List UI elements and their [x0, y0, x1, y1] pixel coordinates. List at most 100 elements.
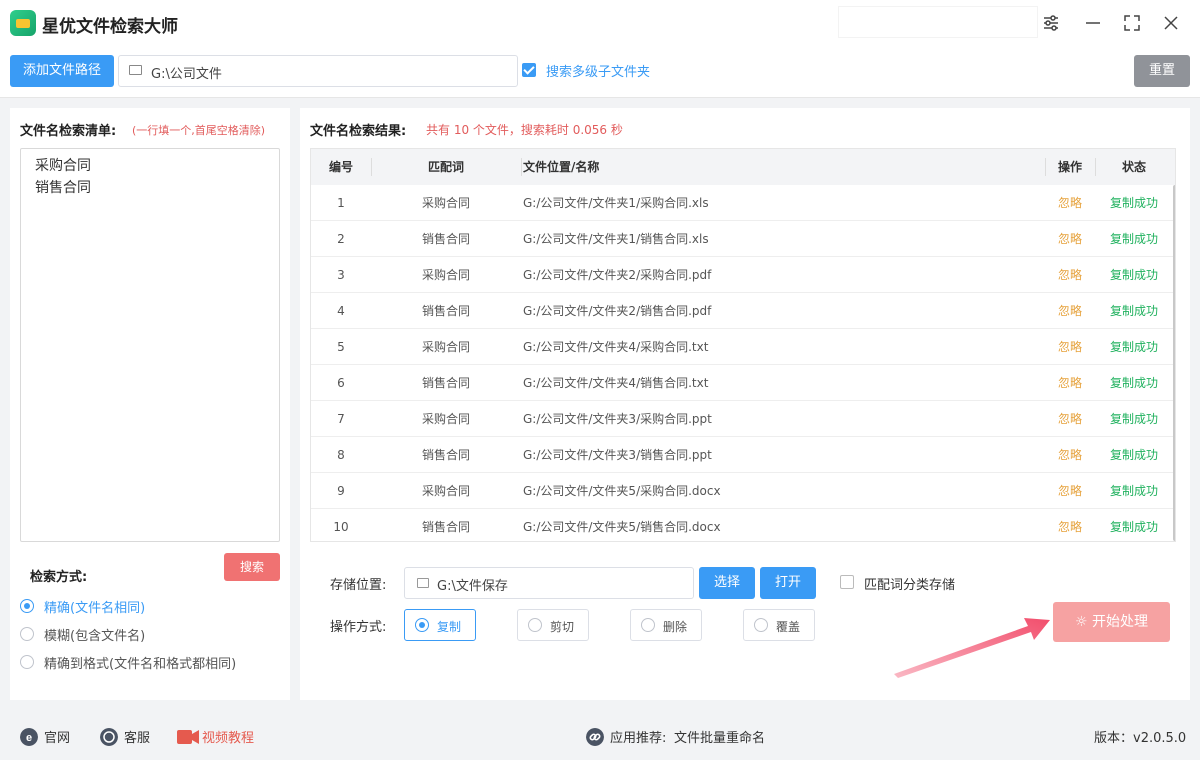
recommend-prefix: 应用推荐:	[610, 731, 667, 746]
op-label: 删除	[663, 620, 688, 634]
op-delete-radio[interactable]: 删除	[630, 609, 702, 641]
ignore-link[interactable]: 忽略	[1045, 473, 1095, 509]
add-path-button[interactable]: 添加文件路径	[10, 55, 114, 87]
cell-path: G:/公司文件/文件夹2/采购合同.pdf	[523, 268, 712, 282]
minimize-icon[interactable]	[1080, 10, 1106, 36]
cell-keyword: 采购合同	[421, 268, 470, 282]
storage-value: G:\文件保存	[437, 579, 508, 594]
keyword-line: 销售合同	[35, 180, 91, 196]
website-link[interactable]: 官网	[44, 727, 70, 746]
subfolder-checkbox[interactable]	[522, 63, 536, 77]
spinner-icon: ☼	[1074, 614, 1092, 630]
cell-status: 复制成功	[1109, 340, 1158, 354]
keyword-textarea[interactable]: 采购合同 销售合同	[20, 148, 280, 542]
keyword-panel: 文件名检索清单: (一行填一个,首尾空格清除) 采购合同 销售合同 搜索 检索方…	[10, 108, 290, 700]
ignore-link[interactable]: 忽略	[1045, 365, 1095, 401]
cell-status: 复制成功	[1109, 448, 1158, 462]
cell-keyword: 采购合同	[421, 340, 470, 354]
col-keyword: 匹配词	[427, 160, 464, 174]
table-row[interactable]: 9 采购合同 G:/公司文件/文件夹5/采购合同.docx 忽略 复制成功	[311, 473, 1173, 509]
radio-icon	[415, 618, 429, 632]
cell-no: 2	[337, 232, 345, 246]
op-copy-radio[interactable]: 复制	[404, 609, 476, 641]
path-input[interactable]: G:\公司文件	[118, 55, 518, 87]
list-hint: (一行填一个,首尾空格清除)	[132, 124, 266, 137]
toolbar: 添加文件路径 G:\公司文件 搜索多级子文件夹 重置	[0, 46, 1200, 98]
maximize-icon[interactable]	[1119, 10, 1145, 36]
table-row[interactable]: 8 销售合同 G:/公司文件/文件夹3/销售合同.ppt 忽略 复制成功	[311, 437, 1173, 473]
ignore-link[interactable]: 忽略	[1045, 185, 1095, 221]
ignore-link[interactable]: 忽略	[1045, 437, 1095, 473]
radio-icon	[20, 599, 34, 613]
search-button[interactable]: 搜索	[224, 553, 280, 581]
storage-input[interactable]: G:\文件保存	[404, 567, 694, 599]
cell-status: 复制成功	[1109, 376, 1158, 390]
col-path: 文件位置/名称	[523, 160, 600, 174]
col-no: 编号	[328, 160, 353, 174]
svg-text:e: e	[26, 732, 32, 744]
classify-checkbox[interactable]	[840, 575, 854, 589]
ignore-link[interactable]: 忽略	[1045, 257, 1095, 293]
link-icon	[586, 728, 604, 746]
table-row[interactable]: 5 采购合同 G:/公司文件/文件夹4/采购合同.txt 忽略 复制成功	[311, 329, 1173, 365]
version-text: 版本：v2.0.5.0	[1094, 731, 1187, 746]
classify-label[interactable]: 匹配词分类存储	[864, 574, 955, 593]
video-icon	[177, 730, 199, 744]
start-label: 开始处理	[1092, 614, 1148, 630]
ignore-link[interactable]: 忽略	[1045, 329, 1095, 365]
radio-icon	[20, 627, 34, 641]
cell-no: 4	[337, 304, 345, 318]
op-mode-label: 操作方式:	[330, 620, 387, 635]
table-row[interactable]: 6 销售合同 G:/公司文件/文件夹4/销售合同.txt 忽略 复制成功	[311, 365, 1173, 401]
arrow-annotation	[894, 618, 1050, 678]
cell-no: 6	[337, 376, 345, 390]
radio-icon	[528, 618, 542, 632]
choose-button[interactable]: 选择	[699, 567, 755, 599]
table-row[interactable]: 10 销售合同 G:/公司文件/文件夹5/销售合同.docx 忽略 复制成功	[311, 509, 1173, 541]
settings-sliders-icon[interactable]	[1038, 10, 1064, 36]
op-overwrite-radio[interactable]: 覆盖	[743, 609, 815, 641]
cell-status: 复制成功	[1109, 196, 1158, 210]
folder-icon	[417, 578, 429, 588]
mode-title: 检索方式:	[30, 570, 88, 585]
cell-keyword: 销售合同	[421, 232, 470, 246]
cell-keyword: 采购合同	[421, 484, 470, 498]
mode-label: 精确(文件名相同)	[44, 601, 146, 616]
table-row[interactable]: 3 采购合同 G:/公司文件/文件夹2/采购合同.pdf 忽略 复制成功	[311, 257, 1173, 293]
cell-no: 10	[333, 520, 349, 534]
storage-label: 存储位置:	[330, 578, 387, 593]
close-icon[interactable]	[1158, 10, 1184, 36]
cell-no: 9	[337, 484, 345, 498]
ignore-link[interactable]: 忽略	[1045, 221, 1095, 257]
footer: e 官网 客服 视频教程 应用推荐: 文件批量重命名 版本：v2.0.5.0	[0, 712, 1200, 760]
ignore-link[interactable]: 忽略	[1045, 509, 1095, 541]
start-button[interactable]: ☼ 开始处理	[1053, 602, 1170, 642]
table-row[interactable]: 4 销售合同 G:/公司文件/文件夹2/销售合同.pdf 忽略 复制成功	[311, 293, 1173, 329]
service-link[interactable]: 客服	[124, 727, 150, 746]
op-cut-radio[interactable]: 剪切	[517, 609, 589, 641]
video-link[interactable]: 视频教程	[202, 727, 254, 746]
recommend-app-link[interactable]: 文件批量重命名	[674, 727, 765, 746]
title-blank-area	[838, 6, 1038, 38]
result-info: 共有 10 个文件，搜索耗时 0.056 秒	[426, 123, 623, 137]
table-row[interactable]: 1 采购合同 G:/公司文件/文件夹1/采购合同.xls 忽略 复制成功	[311, 185, 1173, 221]
mode-label: 模糊(包含文件名)	[44, 629, 146, 644]
cell-status: 复制成功	[1109, 232, 1158, 246]
cell-path: G:/公司文件/文件夹3/采购合同.ppt	[523, 412, 712, 426]
subfolder-label[interactable]: 搜索多级子文件夹	[546, 61, 650, 80]
cell-status: 复制成功	[1109, 304, 1158, 318]
ignore-link[interactable]: 忽略	[1045, 401, 1095, 437]
cell-status: 复制成功	[1109, 520, 1158, 534]
cell-path: G:/公司文件/文件夹1/采购合同.xls	[523, 196, 709, 210]
open-button[interactable]: 打开	[760, 567, 816, 599]
table-row[interactable]: 7 采购合同 G:/公司文件/文件夹3/采购合同.ppt 忽略 复制成功	[311, 401, 1173, 437]
cell-path: G:/公司文件/文件夹4/销售合同.txt	[523, 376, 709, 390]
table-scrollbar[interactable]	[1173, 185, 1175, 541]
folder-icon	[129, 65, 142, 75]
cell-keyword: 采购合同	[421, 196, 470, 210]
ignore-link[interactable]: 忽略	[1045, 293, 1095, 329]
reset-button[interactable]: 重置	[1134, 55, 1190, 87]
cell-keyword: 销售合同	[421, 448, 470, 462]
result-panel: 文件名检索结果: 共有 10 个文件，搜索耗时 0.056 秒 编号 匹配词 文…	[300, 108, 1190, 700]
table-row[interactable]: 2 销售合同 G:/公司文件/文件夹1/销售合同.xls 忽略 复制成功	[311, 221, 1173, 257]
